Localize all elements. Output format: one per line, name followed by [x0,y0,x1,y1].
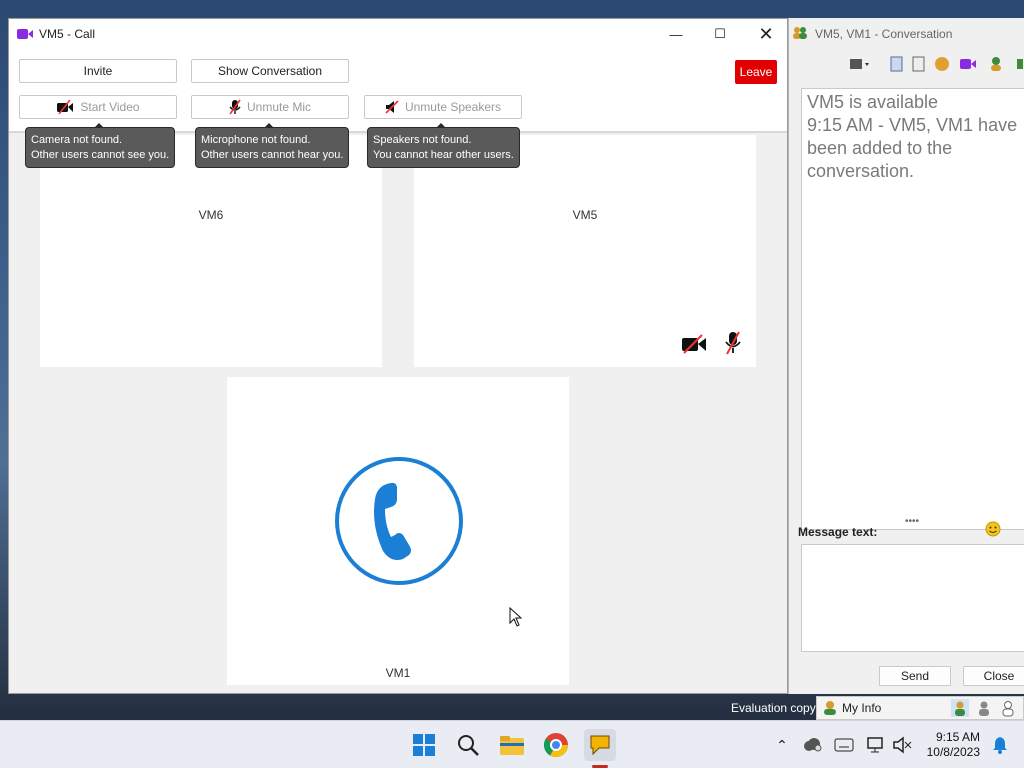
evaluation-label: Evaluation copy [731,701,816,715]
unmute-mic-button[interactable]: Unmute Mic [191,95,349,119]
log-entry: 9:15 AM - VM5, VM1 have been added to th… [807,115,1018,181]
clock-date[interactable]: 10/8/2023 [927,745,980,759]
unmute-speakers-button[interactable]: Unmute Speakers [364,95,522,119]
maximize-button[interactable]: ☐ [697,19,743,49]
notes-icon[interactable] [889,55,905,76]
invite-button[interactable]: Invite [19,59,177,83]
search-icon[interactable] [452,729,484,761]
status-strip: My Info [816,696,1024,720]
minimize-button[interactable]: — [653,19,699,49]
conversation-window: VM5, VM1 - Conversation VM5 is available… [788,18,1024,694]
message-input[interactable] [801,544,1024,652]
status-offline-icon[interactable] [999,699,1017,720]
status-away-icon[interactable] [975,699,993,720]
keyboard-icon[interactable] [828,729,860,761]
message-label: Message text: [798,525,878,539]
group-icon [792,26,808,43]
participant-name: VM6 [198,208,224,222]
status-online-icon[interactable] [951,699,969,720]
chevron-up-icon[interactable]: ⌃ [766,729,798,761]
speaker-muted-icon [385,100,399,114]
call-titlebar[interactable]: VM5 - Call — ☐ ✕ [9,19,787,49]
chrome-icon[interactable] [540,729,572,761]
video-camera-icon [17,28,33,43]
close-conversation-button[interactable]: Close [963,666,1024,686]
participant-name: VM1 [385,666,411,680]
video-off-icon [57,100,74,114]
conversation-toolbar [845,55,1024,75]
splitter-handle[interactable]: •••• [905,516,919,527]
conversation-title: VM5, VM1 - Conversation [815,27,953,41]
start-icon[interactable] [408,729,440,761]
participant-tile-vm5: VM5 [414,135,756,367]
emoji-icon[interactable] [985,521,1001,540]
window-title: VM5 - Call [39,27,96,41]
phone-icon [335,457,463,585]
file-icon[interactable] [911,55,927,76]
volume-muted-icon[interactable] [886,729,918,761]
participant-tile-vm6: VM6 [40,135,382,367]
clock-time[interactable]: 9:15 AM [936,730,980,744]
chat-app-icon[interactable] [584,729,616,761]
settings-icon[interactable] [847,55,871,76]
my-info-label[interactable]: My Info [842,701,881,715]
microphone-tooltip: Microphone not found. Other users cannot… [195,123,350,168]
notification-bell-icon[interactable] [984,729,1016,761]
participant-tile-vm1: VM1 [227,377,569,685]
leave-button[interactable]: Leave [735,60,777,84]
cloud-icon[interactable] [796,729,828,761]
send-button[interactable]: Send [879,666,951,686]
mic-muted-icon [229,99,241,115]
add-contact-icon[interactable] [989,55,1007,76]
smiley-gear-icon[interactable] [933,55,951,76]
start-video-button[interactable]: Start Video [19,95,177,119]
video-call-icon[interactable] [959,57,977,74]
speakers-tooltip: Speakers not found. You cannot hear othe… [367,123,520,168]
taskbar: ⌃ 9:15 AM 10/8/2023 [0,720,1024,768]
participant-name: VM5 [572,208,598,222]
mic-muted-icon [725,331,741,355]
file-explorer-icon[interactable] [496,729,528,761]
camera-tooltip: Camera not found. Other users cannot see… [25,123,176,168]
call-toolbar: Invite Show Conversation Leave Start Vid… [9,49,787,133]
more-icon[interactable] [1015,55,1024,76]
conversation-log: VM5 is available 9:15 AM - VM5, VM1 have… [801,88,1024,530]
video-off-icon [682,334,706,354]
call-window: VM5 - Call — ☐ ✕ Invite Show Conversatio… [8,18,788,694]
log-entry: VM5 is available [807,92,939,112]
mouse-cursor [509,607,523,627]
my-info-icon [822,700,838,719]
show-conversation-button[interactable]: Show Conversation [191,59,349,83]
close-button[interactable]: ✕ [743,19,789,49]
